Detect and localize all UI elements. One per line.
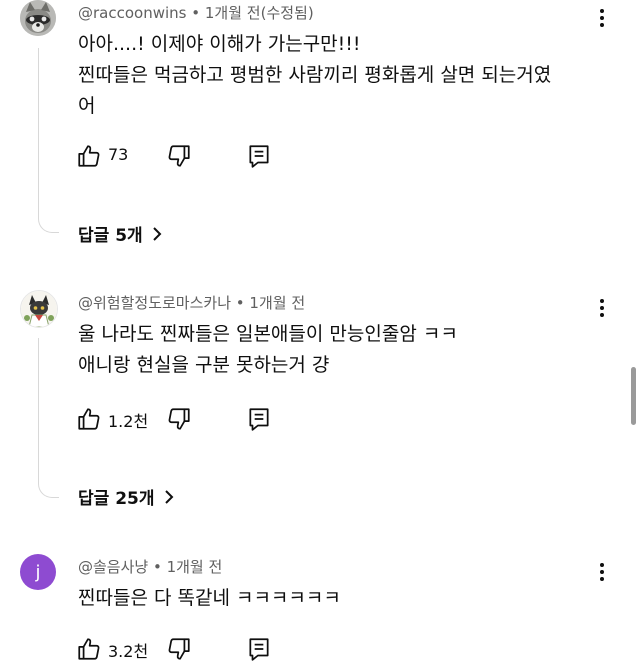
thumbs-down-icon[interactable]: [166, 636, 192, 662]
thumbs-up-icon[interactable]: [76, 143, 102, 169]
more-options-button[interactable]: [590, 6, 614, 30]
timestamp: 1개월 전: [204, 4, 261, 22]
timestamp: 1개월 전: [249, 294, 306, 312]
avatar-letter: j: [35, 561, 41, 583]
comment-text: 울 나라도 찐짜들은 일본애들이 만능인줄암 ㅋㅋ 애니랑 현실을 구분 못하는…: [78, 323, 458, 376]
author-name[interactable]: @위험할정도로마스카나: [78, 294, 231, 312]
avatar[interactable]: j: [20, 554, 56, 590]
comment-meta: @위험할정도로마스카나 • 1개월 전: [78, 292, 305, 313]
thread-curve: [38, 479, 59, 498]
separator: •: [148, 558, 167, 576]
replies-label: 답글 5개: [78, 226, 143, 246]
author-name[interactable]: @raccoonwins: [78, 4, 186, 22]
raccoon-avatar-image: [20, 0, 56, 36]
more-options-button[interactable]: [590, 296, 614, 320]
reply-icon[interactable]: [246, 143, 272, 169]
chevron-right-icon: [164, 489, 173, 504]
comment-meta: @raccoonwins • 1개월 전(수정됨): [78, 2, 314, 23]
scrollbar-thumb[interactable]: [631, 367, 636, 425]
reply-icon[interactable]: [246, 406, 272, 432]
more-options-button[interactable]: [590, 560, 614, 584]
view-replies-button[interactable]: 답글 25개: [78, 484, 175, 509]
comment-actions: 1.2천: [76, 406, 296, 434]
comment-text: 찐따들은 다 똑같네 ㅋㅋㅋㅋㅋㅋ: [78, 587, 341, 609]
author-name[interactable]: @솔음사냥: [78, 558, 148, 576]
thread-line: [38, 338, 39, 481]
avatar[interactable]: [20, 0, 56, 36]
thread-line: [38, 48, 39, 216]
comment-actions: 73: [76, 143, 296, 171]
avatar[interactable]: [20, 290, 58, 328]
edited-label: (수정됨): [260, 4, 314, 22]
thumbs-up-icon[interactable]: [76, 636, 102, 662]
thumbs-down-icon[interactable]: [166, 406, 192, 432]
reply-icon[interactable]: [246, 636, 272, 662]
separator: •: [231, 294, 250, 312]
thumbs-down-icon[interactable]: [166, 143, 192, 169]
comment-actions: 3.2천: [76, 636, 296, 664]
timestamp: 1개월 전: [166, 558, 223, 576]
view-replies-button[interactable]: 답글 5개: [78, 221, 163, 246]
chevron-right-icon: [152, 226, 162, 241]
thumbs-up-icon[interactable]: [76, 406, 102, 432]
replies-label: 답글 25개: [78, 489, 155, 509]
thread-curve: [38, 214, 59, 233]
separator: •: [186, 4, 205, 22]
like-count: 3.2천: [108, 642, 149, 661]
comment-text: 아아....! 이제야 이해가 가는구만!!! 찐따들은 먹금하고 평범한 사람…: [78, 33, 552, 117]
comment-meta: @솔음사냥 • 1개월 전: [78, 556, 222, 577]
like-count: 1.2천: [108, 412, 149, 431]
like-count: 73: [108, 145, 129, 164]
anime-avatar-image: [21, 291, 57, 327]
